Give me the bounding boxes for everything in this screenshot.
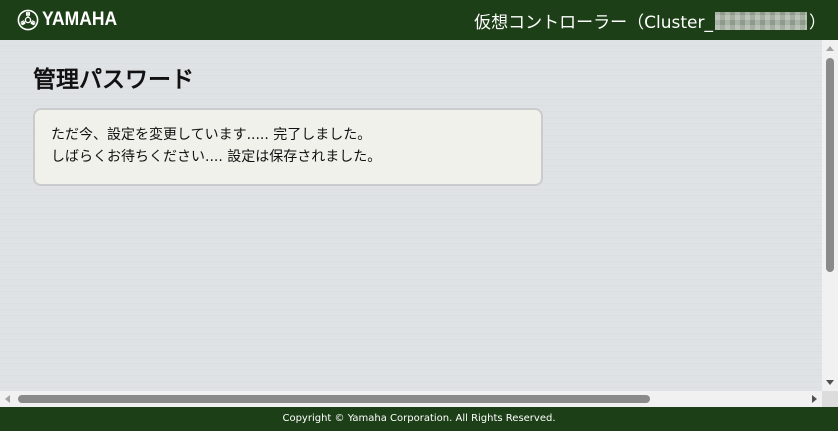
scroll-down-arrow-icon[interactable] — [826, 380, 834, 385]
logo-text: YAMAHA — [42, 9, 118, 30]
status-message-box: ただ今、設定を変更しています..... 完了しました。 しばらくお待ちください.… — [33, 108, 543, 186]
yamaha-logo: YAMAHA — [17, 8, 124, 32]
scrollbar-corner — [822, 391, 838, 407]
redacted-cluster-name — [715, 11, 807, 30]
controller-title-prefix: 仮想コントローラー（Cluster_ — [474, 13, 713, 33]
vertical-scrollbar[interactable] — [822, 40, 838, 391]
scroll-right-arrow-icon[interactable] — [812, 395, 817, 403]
scroll-up-arrow-icon[interactable] — [826, 46, 834, 51]
status-message-line-2: しばらくお待ちください.... 設定は保存されました。 — [51, 149, 382, 165]
main-content: 管理パスワード ただ今、設定を変更しています..... 完了しました。 しばらく… — [0, 40, 822, 391]
copyright-text: Copyright © Yamaha Corporation. All Righ… — [282, 413, 556, 424]
yamaha-tuning-fork-logo-icon — [17, 9, 39, 31]
controller-title: 仮想コントローラー（Cluster_ ） — [474, 8, 826, 33]
vertical-scroll-thumb[interactable] — [826, 58, 834, 272]
horizontal-scrollbar[interactable] — [0, 391, 822, 407]
page-title: 管理パスワード — [33, 67, 194, 93]
app-window: YAMAHA 仮想コントローラー（Cluster_ ） 管理パスワード ただ今、… — [0, 0, 838, 431]
controller-title-suffix: ） — [809, 13, 826, 33]
scroll-left-arrow-icon[interactable] — [5, 395, 10, 403]
status-message-line-1: ただ今、設定を変更しています..... 完了しました。 — [51, 127, 372, 143]
top-header: YAMAHA 仮想コントローラー（Cluster_ ） — [0, 0, 838, 40]
horizontal-scroll-thumb[interactable] — [18, 395, 650, 403]
footer: Copyright © Yamaha Corporation. All Righ… — [0, 407, 838, 431]
